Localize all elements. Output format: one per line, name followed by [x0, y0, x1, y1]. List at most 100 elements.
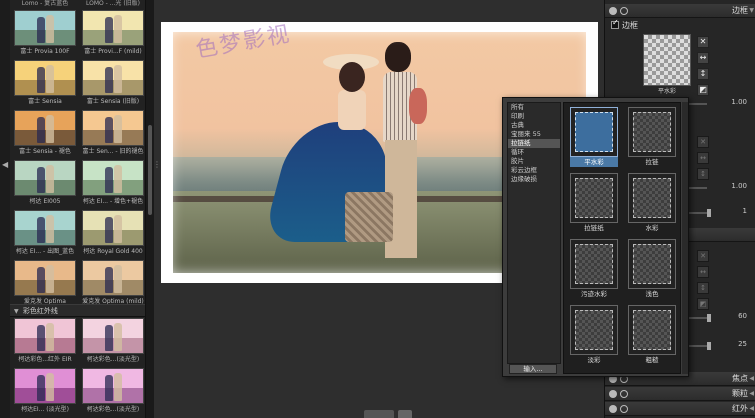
- frame-category-item[interactable]: 所有: [508, 103, 560, 112]
- preset-thumbnail[interactable]: 柯达 Royal Gold 400: [82, 210, 144, 258]
- preview-figure: [46, 15, 54, 43]
- side-button[interactable]: ↕: [697, 282, 709, 294]
- preset-thumbnail[interactable]: 富士 Provia 100F: [14, 10, 76, 58]
- power-toggle-icon[interactable]: [609, 405, 617, 413]
- side-button[interactable]: ↔: [697, 266, 709, 278]
- preset-thumbnail[interactable]: 柯达 EI... - 增色+褪色: [82, 160, 144, 208]
- frame-category-item[interactable]: 宝丽来 55: [508, 130, 560, 139]
- frame-category-item[interactable]: 彩云边框: [508, 166, 560, 175]
- zoom-control-small[interactable]: [398, 410, 412, 418]
- frame-category-item[interactable]: 边缘破损: [508, 175, 560, 184]
- preset-thumbnail[interactable]: 富士 Sensia (旧版): [82, 60, 144, 108]
- side-button[interactable]: ↔: [697, 152, 709, 164]
- frame-option[interactable]: 拉链纸: [570, 173, 618, 233]
- preview-ground: [15, 337, 75, 353]
- preview-figure: [105, 67, 113, 93]
- frame-option[interactable]: 粗糙: [628, 305, 676, 365]
- invert-icon[interactable]: ◩: [697, 84, 709, 96]
- preset-thumbnail[interactable]: 富士 Sen... - 旧的褪色: [82, 110, 144, 158]
- frame-category-item[interactable]: 胶片: [508, 157, 560, 166]
- reset-icon[interactable]: [620, 390, 628, 398]
- section-title: 边框: [732, 6, 748, 15]
- section-title: 颗粒: [732, 389, 748, 398]
- slider-knob[interactable]: [707, 209, 711, 217]
- import-button[interactable]: 输入...: [509, 364, 557, 374]
- preset-thumbnail[interactable]: 柯达 EI... - 出图_蓝色: [14, 210, 76, 258]
- flip-horizontal-icon[interactable]: ↔: [697, 52, 709, 64]
- side-button[interactable]: ↕: [697, 168, 709, 180]
- frame-picker-label: 平水彩: [657, 88, 676, 95]
- frame-option[interactable]: 淡彩: [570, 305, 618, 365]
- section-header-color-infrared[interactable]: ▼ 彩色红外线: [10, 304, 145, 317]
- frame-pattern: [633, 310, 671, 350]
- top-captions: Lomo - 复古蓝色 LOMO - ...光 (旧版): [14, 0, 144, 10]
- frame-option[interactable]: 浅色: [628, 239, 676, 299]
- preview-sky: [15, 261, 75, 280]
- frame-option-label: 污迹水彩: [581, 290, 607, 298]
- collapse-left-icon[interactable]: ◀: [2, 160, 8, 169]
- frame-category-list: 所有 印刷 古典 宝丽来 55 拉链纸 循环 胶片 彩云边框 边缘破损: [507, 102, 561, 364]
- frame-option[interactable]: 拉链: [628, 107, 676, 167]
- presets-panel: Lomo - 复古蓝色 LOMO - ...光 (旧版) 富士 Provia 1…: [10, 0, 146, 418]
- checkbox-icon[interactable]: [611, 18, 619, 29]
- frame-category-item[interactable]: 拉链纸: [508, 139, 560, 148]
- side-button[interactable]: ◩: [697, 298, 709, 310]
- frame-category-item[interactable]: 印刷: [508, 112, 560, 121]
- preset-thumbnail[interactable]: 富士 Provi...F (mild): [82, 10, 144, 58]
- preset-thumbnail[interactable]: 富士 Sensia - 褪色: [14, 110, 76, 158]
- frame-option[interactable]: 平水彩: [570, 107, 618, 167]
- preview-figure: [46, 165, 54, 193]
- frame-preview: [628, 173, 676, 223]
- grain-section-header[interactable]: 颗粒 ◀: [605, 387, 755, 401]
- frame-option[interactable]: 水彩: [628, 173, 676, 233]
- preview-figure: [114, 265, 122, 293]
- frame-category-item[interactable]: 循环: [508, 148, 560, 157]
- preview-figure: [105, 117, 113, 143]
- preview-figure: [37, 217, 45, 243]
- reset-icon[interactable]: [620, 7, 628, 15]
- slider-knob[interactable]: [707, 314, 711, 322]
- preset-thumbnail[interactable]: 爱克发 Optima: [14, 260, 76, 308]
- preset-thumbnail[interactable]: 柯达彩色...(淡光型): [82, 318, 144, 366]
- preset-thumbnail[interactable]: 柯达彩色...红外 EIR: [14, 318, 76, 366]
- power-toggle-icon[interactable]: [609, 390, 617, 398]
- preset-label: 富士 Sensia: [28, 98, 62, 105]
- preset-thumbnail[interactable]: 爱克发 Optima (mild): [82, 260, 144, 308]
- frame-preview: [570, 239, 618, 289]
- preview-figure: [37, 167, 45, 193]
- preview-ground: [83, 29, 143, 45]
- border-section-header[interactable]: 边框 ▼: [605, 4, 755, 18]
- left-collapse-strip[interactable]: ◀: [0, 0, 10, 418]
- preset-preview: [82, 160, 144, 196]
- presets-scrollbar[interactable]: [146, 0, 154, 418]
- frame-picker-thumb[interactable]: [643, 34, 691, 86]
- power-toggle-icon[interactable]: [609, 7, 617, 15]
- preset-thumbnail[interactable]: 柯达彩色...(淡光型): [82, 368, 144, 416]
- frame-pattern: [633, 244, 671, 284]
- frame-option-label: 拉链: [645, 158, 659, 166]
- panel-resize-handle-icon[interactable]: ⋮: [153, 160, 161, 174]
- expand-triangle-icon: ◀: [749, 390, 754, 397]
- shuffle-icon[interactable]: ✕: [697, 36, 709, 48]
- infrared-section-header[interactable]: 红外 ◀: [605, 402, 755, 416]
- border-enable-checkbox[interactable]: 边框: [611, 18, 638, 31]
- preset-thumbnail[interactable]: 富士 Sensia: [14, 60, 76, 108]
- frame-grid-scrollbar[interactable]: [682, 102, 688, 374]
- side-button[interactable]: ✕: [697, 250, 709, 262]
- preview-figure: [46, 265, 54, 293]
- photo-man-head: [385, 42, 411, 72]
- scrollbar-thumb[interactable]: [148, 125, 152, 215]
- preset-label: 富士 Sensia - 褪色: [19, 148, 71, 155]
- frame-option[interactable]: 污迹水彩: [570, 239, 618, 299]
- zoom-control[interactable]: [364, 410, 394, 418]
- reset-icon[interactable]: [620, 405, 628, 413]
- flip-vertical-icon[interactable]: ↕: [697, 68, 709, 80]
- slider-knob[interactable]: [707, 342, 711, 350]
- preset-preview: [82, 60, 144, 96]
- preset-thumbnail[interactable]: 柯达 EI005: [14, 160, 76, 208]
- preview-sky: [15, 11, 75, 30]
- preset-thumbnail[interactable]: 柯达EI... (淡光型): [14, 368, 76, 416]
- frame-category-item[interactable]: 古典: [508, 121, 560, 130]
- side-button[interactable]: ✕: [697, 136, 709, 148]
- preset-label: 柯达彩色...(淡光型): [86, 406, 140, 413]
